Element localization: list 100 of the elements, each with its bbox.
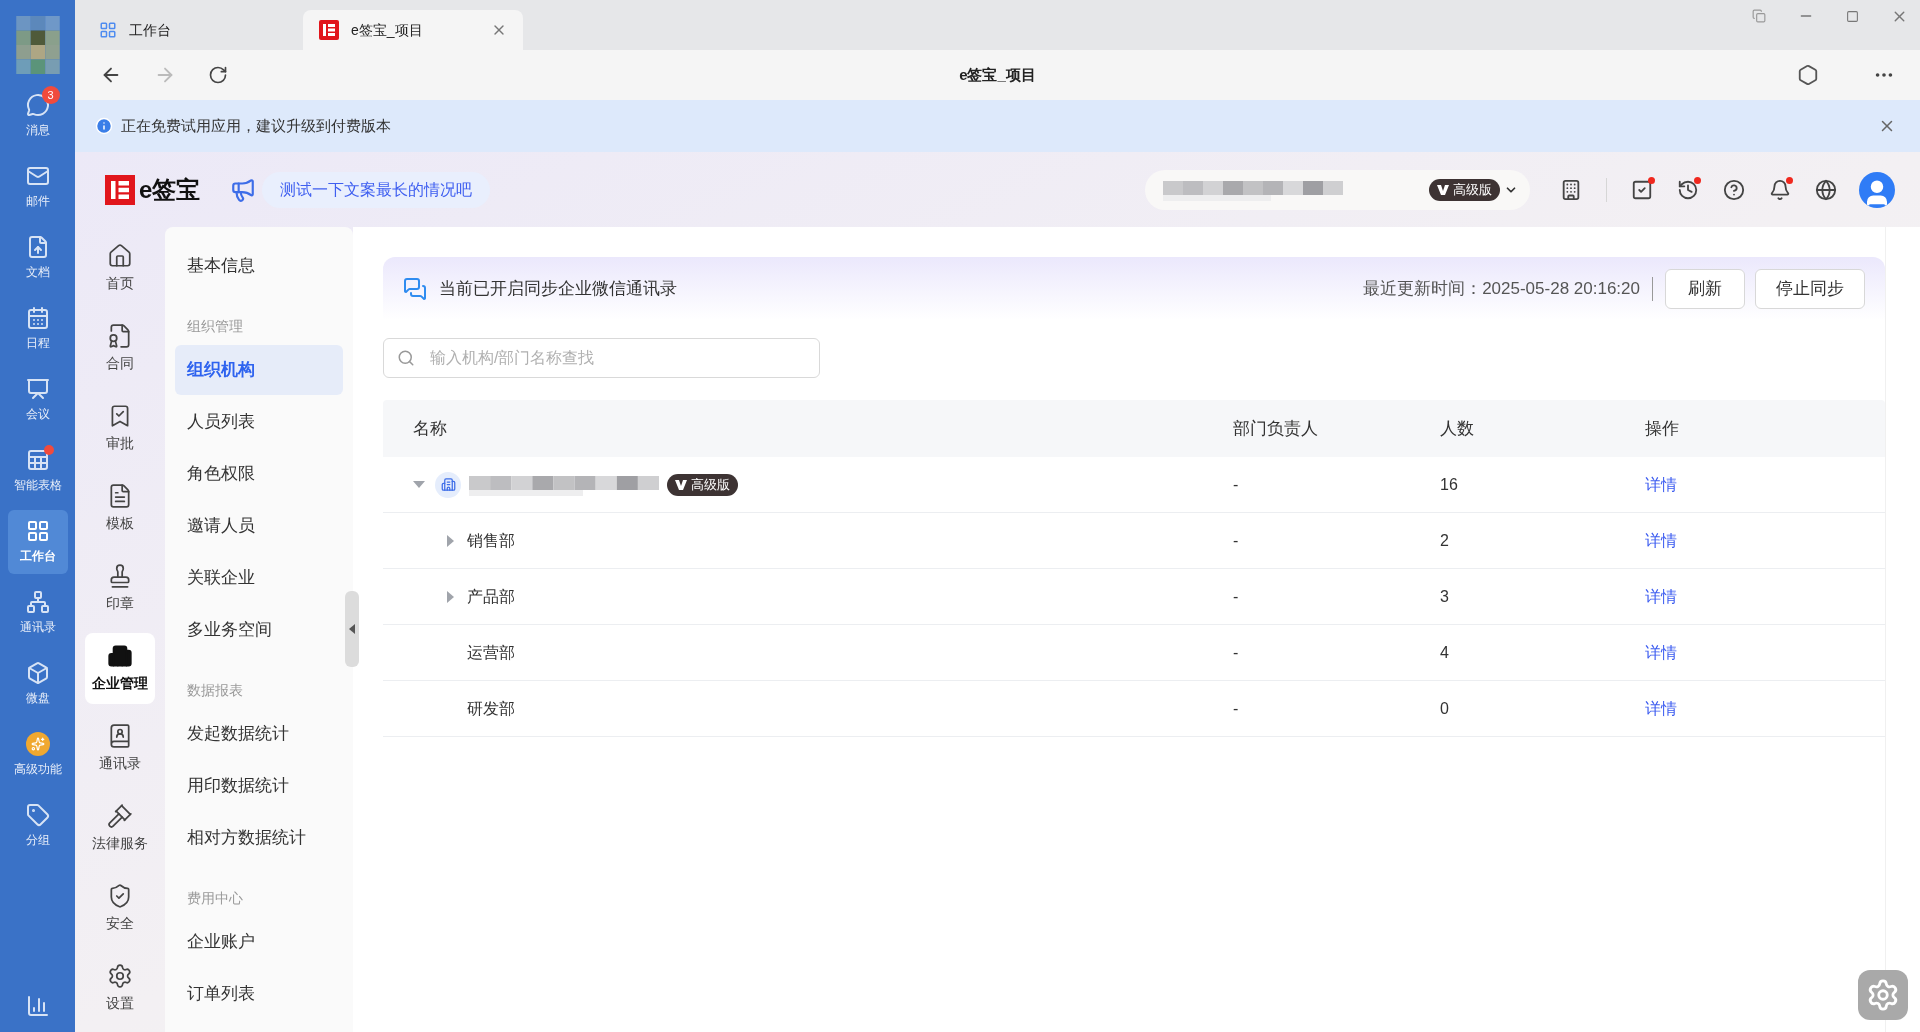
app-nav-item[interactable]: 法律服务 bbox=[85, 792, 155, 865]
rail-item[interactable]: 文档 bbox=[7, 226, 68, 290]
stamp-icon bbox=[107, 563, 133, 590]
sync-status-text: 当前已开启同步企业微信通讯录 bbox=[439, 277, 677, 300]
tools-button[interactable] bbox=[1858, 970, 1908, 1020]
details-link[interactable]: 详情 bbox=[1645, 584, 1677, 609]
user-avatar[interactable] bbox=[1859, 171, 1895, 208]
menu-item[interactable]: 相对方数据统计 bbox=[175, 813, 343, 863]
table-cell-text: - bbox=[1233, 642, 1240, 663]
shield-check-icon bbox=[107, 882, 133, 909]
app-nav-item[interactable]: 企业管理 bbox=[85, 632, 155, 705]
last-updated-text: 最近更新时间：2025-05-28 20:16:20 bbox=[1363, 277, 1640, 300]
address-book-icon bbox=[107, 722, 133, 749]
department-name: 研发部 bbox=[467, 698, 515, 719]
app-nav-item[interactable]: 审批 bbox=[85, 392, 155, 465]
caret-right-icon[interactable] bbox=[447, 590, 455, 603]
action-button[interactable]: 刷新 bbox=[1665, 268, 1745, 309]
caret-down-icon[interactable] bbox=[413, 480, 425, 489]
department-name: 运营部 bbox=[467, 642, 515, 663]
rail-item[interactable]: 分组 bbox=[7, 794, 68, 858]
maximize-icon[interactable] bbox=[1846, 9, 1859, 23]
rail-item[interactable]: 高级功能 bbox=[7, 723, 68, 787]
search-icon bbox=[397, 349, 415, 367]
details-link[interactable]: 详情 bbox=[1645, 640, 1677, 665]
v-logo-icon bbox=[1437, 184, 1449, 195]
department-name: 销售部 bbox=[467, 530, 515, 551]
rail-item[interactable]: 智能表格 bbox=[7, 439, 68, 503]
announcement-pill[interactable]: 测试一下文案最长的情况吧 bbox=[262, 171, 491, 208]
rail-item[interactable]: 日程 bbox=[7, 297, 68, 361]
app-nav-item[interactable]: 印章 bbox=[85, 552, 155, 625]
search-field[interactable]: 输入机构/部门名称查找 bbox=[383, 338, 820, 378]
menu-item[interactable]: 发起数据统计 bbox=[175, 709, 343, 759]
app-nav-item[interactable]: 首页 bbox=[85, 233, 155, 305]
sparkle-icon bbox=[25, 732, 50, 756]
gavel-icon bbox=[107, 802, 133, 829]
menu-item[interactable]: 人员列表 bbox=[175, 397, 343, 447]
chat-bubble-icon bbox=[25, 93, 50, 117]
app-logo-icon bbox=[319, 20, 339, 40]
rail-item[interactable]: 微盘 bbox=[7, 652, 68, 716]
grid-icon bbox=[25, 519, 50, 543]
details-link[interactable]: 详情 bbox=[1645, 696, 1677, 721]
column-header: 人数 bbox=[1440, 417, 1475, 440]
table-cell-text: - bbox=[1233, 698, 1240, 719]
rail-item[interactable]: 消息 3 bbox=[7, 84, 68, 148]
help-icon[interactable] bbox=[1723, 178, 1745, 201]
table-cell-text: 4 bbox=[1440, 642, 1450, 663]
table-cell-text: - bbox=[1233, 474, 1240, 495]
browser-tab[interactable]: 工作台 bbox=[83, 10, 303, 50]
action-button[interactable]: 停止同步 bbox=[1755, 268, 1865, 309]
info-icon bbox=[95, 117, 113, 135]
app-nav-item[interactable]: 安全 bbox=[85, 872, 155, 945]
menu-item[interactable]: 关联企业 bbox=[175, 553, 343, 603]
logo-text: e签宝 bbox=[139, 174, 201, 205]
globe-icon[interactable] bbox=[1815, 178, 1837, 201]
caret-right-icon[interactable] bbox=[447, 534, 455, 547]
app-nav-item[interactable]: 通讯录 bbox=[85, 712, 155, 785]
menu-group-heading: 费用中心 bbox=[186, 889, 244, 908]
details-link[interactable]: 详情 bbox=[1645, 528, 1677, 553]
app-nav-item[interactable]: 合同 bbox=[85, 312, 155, 385]
menu-item[interactable]: 订单列表 bbox=[175, 969, 343, 1019]
rail-item[interactable]: 通讯录 bbox=[7, 581, 68, 645]
hexagon-icon[interactable] bbox=[1797, 64, 1819, 86]
restore-icon[interactable] bbox=[1752, 9, 1766, 23]
chat-bubble-icon bbox=[403, 276, 427, 301]
checkbox-icon[interactable] bbox=[1631, 178, 1653, 201]
menu-item[interactable]: 多业务空间 bbox=[175, 605, 343, 655]
gear-icon bbox=[1866, 978, 1900, 1012]
menu-item[interactable]: 用印数据统计 bbox=[175, 761, 343, 811]
details-link[interactable]: 详情 bbox=[1645, 472, 1677, 497]
menu-group-heading: 数据报表 bbox=[186, 681, 244, 700]
bell-icon[interactable] bbox=[1769, 178, 1791, 201]
table-cell-text: - bbox=[1233, 586, 1240, 607]
table-cell-text: 3 bbox=[1440, 586, 1450, 607]
page-title: e签宝_项目 bbox=[959, 64, 1036, 85]
table-cell-text: 0 bbox=[1440, 698, 1450, 719]
column-header: 部门负责人 bbox=[1233, 417, 1319, 440]
app-nav-item[interactable]: 模板 bbox=[85, 472, 155, 545]
browser-tab[interactable]: e签宝_项目 bbox=[303, 10, 523, 50]
menu-item[interactable]: 组织机构 bbox=[175, 345, 343, 395]
document-star-icon bbox=[107, 323, 133, 350]
calendar-icon bbox=[25, 306, 50, 330]
history-icon[interactable] bbox=[1677, 178, 1699, 201]
department-name: 产品部 bbox=[467, 586, 515, 607]
rail-item[interactable]: 工作台 bbox=[7, 510, 68, 574]
menu-item[interactable]: 基本信息 bbox=[175, 241, 343, 291]
app-nav-item[interactable]: 设置 bbox=[85, 952, 155, 1025]
table-cell-text: - bbox=[1233, 530, 1240, 551]
collapse-handle[interactable] bbox=[345, 591, 359, 667]
chart-icon[interactable] bbox=[25, 994, 50, 1018]
menu-item[interactable]: 企业账户 bbox=[175, 917, 343, 967]
menu-item[interactable]: 邀请人员 bbox=[175, 501, 343, 551]
v-logo-icon bbox=[675, 479, 687, 490]
table-cell-text: 16 bbox=[1440, 474, 1459, 495]
menu-item[interactable]: 角色权限 bbox=[175, 449, 343, 499]
rail-item[interactable]: 邮件 bbox=[7, 155, 68, 219]
org-chart-icon bbox=[25, 590, 50, 614]
company-selector[interactable]: 高级版 bbox=[1145, 169, 1530, 210]
reload-icon[interactable] bbox=[208, 65, 228, 85]
home-icon bbox=[107, 243, 133, 270]
rail-item[interactable]: 会议 bbox=[7, 368, 68, 432]
